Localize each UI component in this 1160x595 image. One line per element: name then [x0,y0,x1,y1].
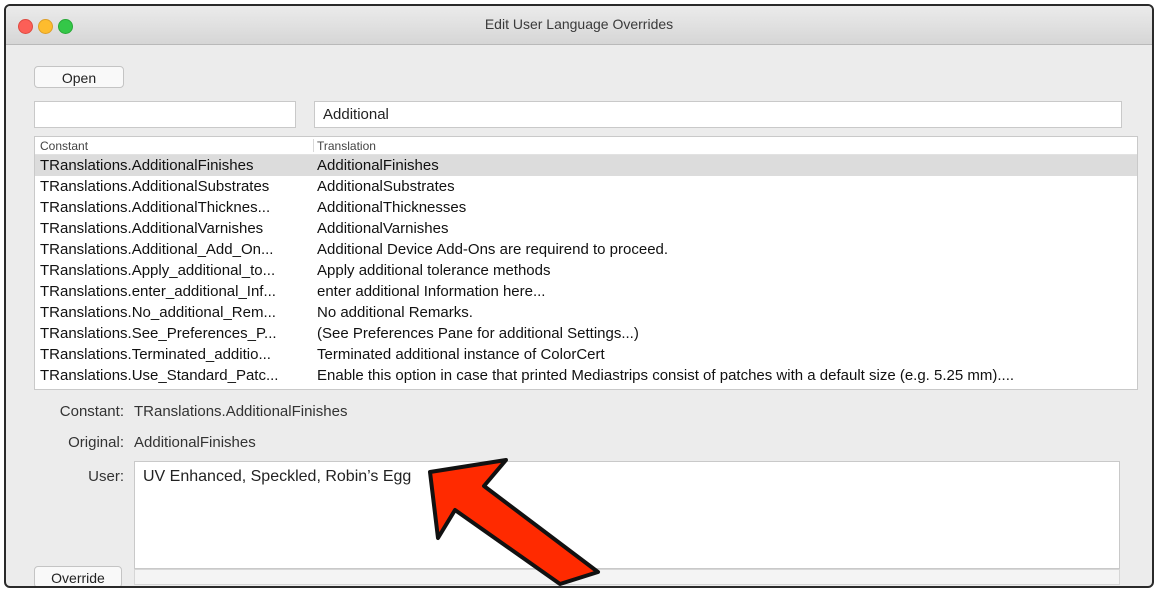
window-title: Edit User Language Overrides [484,16,674,32]
column-header-translation[interactable]: Translation [317,139,376,153]
constant-cell: TRanslations.Use_Standard_Patc... [40,367,279,384]
title-bar: Edit User Language Overrides [6,6,1152,45]
translation-cell: No additional Remarks. [317,304,473,321]
translation-cell: Apply additional tolerance methods [317,262,551,279]
column-divider [313,139,314,152]
table-row[interactable]: TRanslations.enter_additional_Inf... ent… [35,281,1137,302]
table-row[interactable]: TRanslations.AdditionalFinishes Addition… [35,155,1137,176]
override-button[interactable]: Override [34,566,122,586]
constant-cell: TRanslations.AdditionalSubstrates [40,178,270,195]
column-header-constant[interactable]: Constant [40,139,88,153]
table-row[interactable]: TRanslations.AdditionalVarnishes Additio… [35,218,1137,239]
constant-cell: TRanslations.No_additional_Rem... [40,304,276,321]
translation-cell: AdditionalVarnishes [317,220,449,237]
table-row[interactable]: TRanslations.Use_Standard_Patc... Enable… [35,365,1137,386]
constant-cell: TRanslations.Apply_additional_to... [40,262,276,279]
constant-filter-input[interactable] [34,101,296,128]
constant-cell: TRanslations.AdditionalThicknes... [40,199,271,216]
table-row[interactable]: TRanslations.Additional_Add_On... Additi… [35,239,1137,260]
constant-label: Constant: [59,403,124,420]
translation-cell: AdditionalSubstrates [317,178,455,195]
translation-cell: enter additional Information here... [317,283,546,300]
table-row[interactable]: TRanslations.No_additional_Rem... No add… [35,302,1137,323]
translation-cell: (See Preferences Pane for additional Set… [317,325,639,342]
table-row[interactable]: TRanslations.AdditionalSubstrates Additi… [35,176,1137,197]
arrow-shape [428,458,600,586]
constant-cell: TRanslations.Terminated_additio... [40,346,271,363]
table-header: Constant Translation [35,137,1137,155]
constant-value: TRanslations.AdditionalFinishes [134,403,348,420]
translation-cell: Additional Device Add-Ons are requirend … [317,241,669,258]
translations-table: Constant Translation TRanslations.Additi… [34,136,1138,390]
translation-filter-input[interactable]: Additional [314,101,1122,128]
open-button[interactable]: Open [34,66,124,88]
translation-cell: Enable this option in case that printed … [317,367,1015,384]
red-pointer-arrow-icon [420,450,630,590]
table-row[interactable]: TRanslations.AdditionalThicknes... Addit… [35,197,1137,218]
original-label: Original: [68,434,124,451]
table-row[interactable]: TRanslations.Apply_additional_to... Appl… [35,260,1137,281]
translation-cell: Terminated additional instance of ColorC… [317,346,605,363]
constant-cell: TRanslations.AdditionalVarnishes [40,220,264,237]
table-row[interactable]: TRanslations.See_Preferences_P... (See P… [35,323,1137,344]
constant-cell: TRanslations.Additional_Add_On... [40,241,274,258]
user-label: User: [88,468,124,485]
red-pointer-arrow-icon [428,458,600,586]
constant-cell: TRanslations.AdditionalFinishes [40,157,254,174]
translation-cell: AdditionalFinishes [317,157,439,174]
constant-cell: TRanslations.enter_additional_Inf... [40,283,276,300]
translation-cell: AdditionalThicknesses [317,199,467,216]
table-row[interactable]: TRanslations.Terminated_additio... Termi… [35,344,1137,365]
constant-cell: TRanslations.See_Preferences_P... [40,325,277,342]
original-value: AdditionalFinishes [134,434,256,451]
